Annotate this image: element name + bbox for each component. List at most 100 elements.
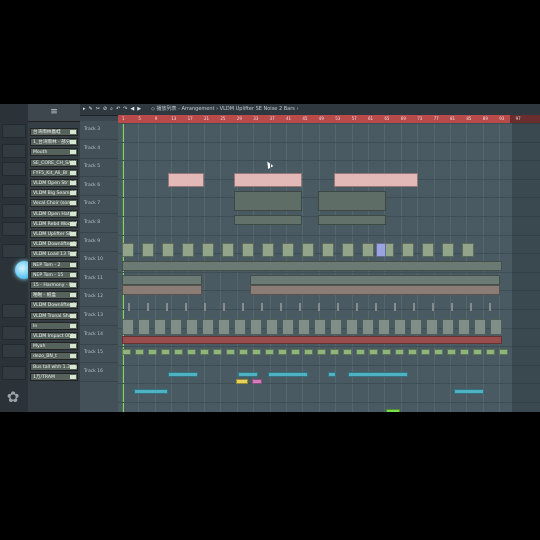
pattern-clip[interactable] (242, 243, 254, 257)
marker-clip[interactable] (147, 303, 149, 311)
channel-led[interactable] (70, 334, 76, 338)
pattern-clip[interactable] (282, 243, 294, 257)
audio-clip[interactable] (202, 319, 214, 335)
browser-slot[interactable] (2, 344, 26, 358)
automation-clip[interactable] (122, 336, 502, 344)
pattern-clip[interactable] (454, 389, 484, 394)
pattern-clip[interactable] (342, 243, 354, 257)
marker-clip[interactable] (204, 303, 206, 311)
channel-button[interactable]: VLDM Open Str 1:1 (30, 179, 78, 187)
marker-clip[interactable] (242, 303, 244, 311)
pattern-clip[interactable] (122, 243, 134, 257)
toolbar-tool-icon[interactable]: ↶ (116, 104, 120, 115)
toolbar-tool-icon[interactable]: ⌕ (110, 104, 113, 115)
pattern-clip[interactable] (317, 349, 326, 355)
pattern-clip[interactable] (187, 349, 196, 355)
track-label[interactable]: Track 4 (84, 146, 100, 151)
track-label[interactable]: Track 15 (84, 350, 103, 355)
toolbar-tool-icon[interactable]: ↷ (123, 104, 127, 115)
marker-clip[interactable] (128, 303, 130, 311)
channel-button[interactable]: Vocal Choir (some (30, 199, 78, 208)
channel-button[interactable]: 1_台湾雨林 - 部分 (30, 138, 78, 147)
track-label[interactable]: Track 7 (84, 201, 100, 206)
audio-clip[interactable] (334, 173, 418, 187)
pattern-clip[interactable] (291, 349, 300, 355)
channel-led[interactable] (70, 364, 76, 369)
track-label[interactable]: Track 9 (84, 239, 100, 244)
channel-led[interactable] (70, 303, 76, 308)
marker-clip[interactable] (489, 303, 491, 311)
channel-button[interactable]: dezo_BN_t (30, 352, 78, 361)
pattern-clip[interactable] (226, 349, 235, 355)
marker-clip[interactable] (166, 303, 168, 311)
channel-led[interactable] (70, 181, 76, 185)
audio-clip[interactable] (330, 319, 342, 335)
channel-led[interactable] (70, 293, 76, 298)
track-label[interactable]: Track 10 (84, 257, 103, 262)
pattern-clip[interactable] (362, 243, 374, 257)
pattern-clip[interactable] (369, 349, 378, 355)
browser-slot[interactable] (2, 162, 26, 176)
pattern-clip[interactable] (422, 243, 434, 257)
pattern-clip[interactable] (202, 243, 214, 257)
audio-clip[interactable] (474, 319, 486, 335)
channel-led[interactable] (70, 354, 76, 359)
pattern-clip[interactable] (386, 409, 400, 412)
channel-button[interactable]: Myah (30, 342, 78, 351)
marker-clip[interactable] (261, 303, 263, 311)
pattern-clip[interactable] (234, 191, 302, 211)
audio-clip[interactable] (282, 319, 294, 335)
pattern-clip[interactable] (268, 372, 308, 377)
marker-clip[interactable] (394, 303, 396, 311)
audio-clip[interactable] (362, 319, 374, 335)
browser-slot[interactable] (2, 366, 26, 380)
browser-slot[interactable] (2, 244, 26, 258)
pattern-clip[interactable] (122, 275, 202, 285)
channel-led[interactable] (70, 170, 76, 175)
channel-button[interactable]: SE_CORE_CH_SAM (30, 158, 78, 167)
pattern-clip[interactable] (408, 349, 417, 355)
channel-button[interactable]: VLDM Big Seam 12 (30, 189, 78, 198)
marker-clip[interactable] (432, 303, 434, 311)
toolbar-tool-icon[interactable]: ▶ (137, 104, 141, 115)
pattern-clip[interactable] (234, 215, 302, 225)
channel-button[interactable]: NEP Tom - 15 (30, 270, 78, 279)
browser-slot[interactable] (2, 304, 26, 318)
channel-led[interactable] (70, 211, 76, 216)
pattern-clip[interactable] (238, 372, 258, 377)
pattern-clip[interactable] (168, 372, 198, 377)
channel-button[interactable]: 1万/TRAM (30, 372, 78, 381)
channel-button[interactable]: FYF5_Kit_Ali_Bl (30, 168, 78, 177)
pattern-clip[interactable] (252, 349, 261, 355)
track-label[interactable]: Track 5 (84, 164, 100, 169)
track-label[interactable]: Track 3 (84, 127, 100, 132)
marker-clip[interactable] (413, 303, 415, 311)
channel-button[interactable]: In (30, 321, 78, 330)
channel-button[interactable]: VLDM Downlifter 19 (30, 301, 78, 310)
pattern-clip[interactable] (278, 349, 287, 355)
ruler-scroll-end[interactable] (510, 115, 540, 123)
channel-led[interactable] (70, 140, 76, 145)
channel-led[interactable] (70, 130, 76, 134)
pattern-clip[interactable] (262, 243, 274, 257)
audio-clip[interactable] (442, 319, 454, 335)
pattern-clip[interactable] (213, 349, 222, 355)
pattern-clip[interactable] (486, 349, 495, 355)
browser-slot[interactable] (2, 204, 26, 218)
channel-led[interactable] (70, 374, 76, 379)
channel-led[interactable] (70, 262, 76, 267)
marker-clip[interactable] (223, 303, 225, 311)
channel-button[interactable]: 啪啪 - 紙盒 (30, 291, 78, 300)
channel-led[interactable] (70, 242, 76, 247)
audio-clip[interactable] (458, 319, 470, 335)
pattern-clip[interactable] (162, 243, 174, 257)
track-label[interactable]: Track 16 (84, 369, 103, 374)
channel-button[interactable]: VLDM Uplifter SE (30, 230, 78, 238)
pattern-clip[interactable] (134, 389, 168, 394)
channel-led[interactable] (70, 252, 76, 257)
pattern-clip[interactable] (174, 349, 183, 355)
audio-clip[interactable] (426, 319, 438, 335)
marker-clip[interactable] (318, 303, 320, 311)
browser-panel[interactable] (0, 104, 29, 412)
pattern-clip[interactable] (402, 243, 414, 257)
